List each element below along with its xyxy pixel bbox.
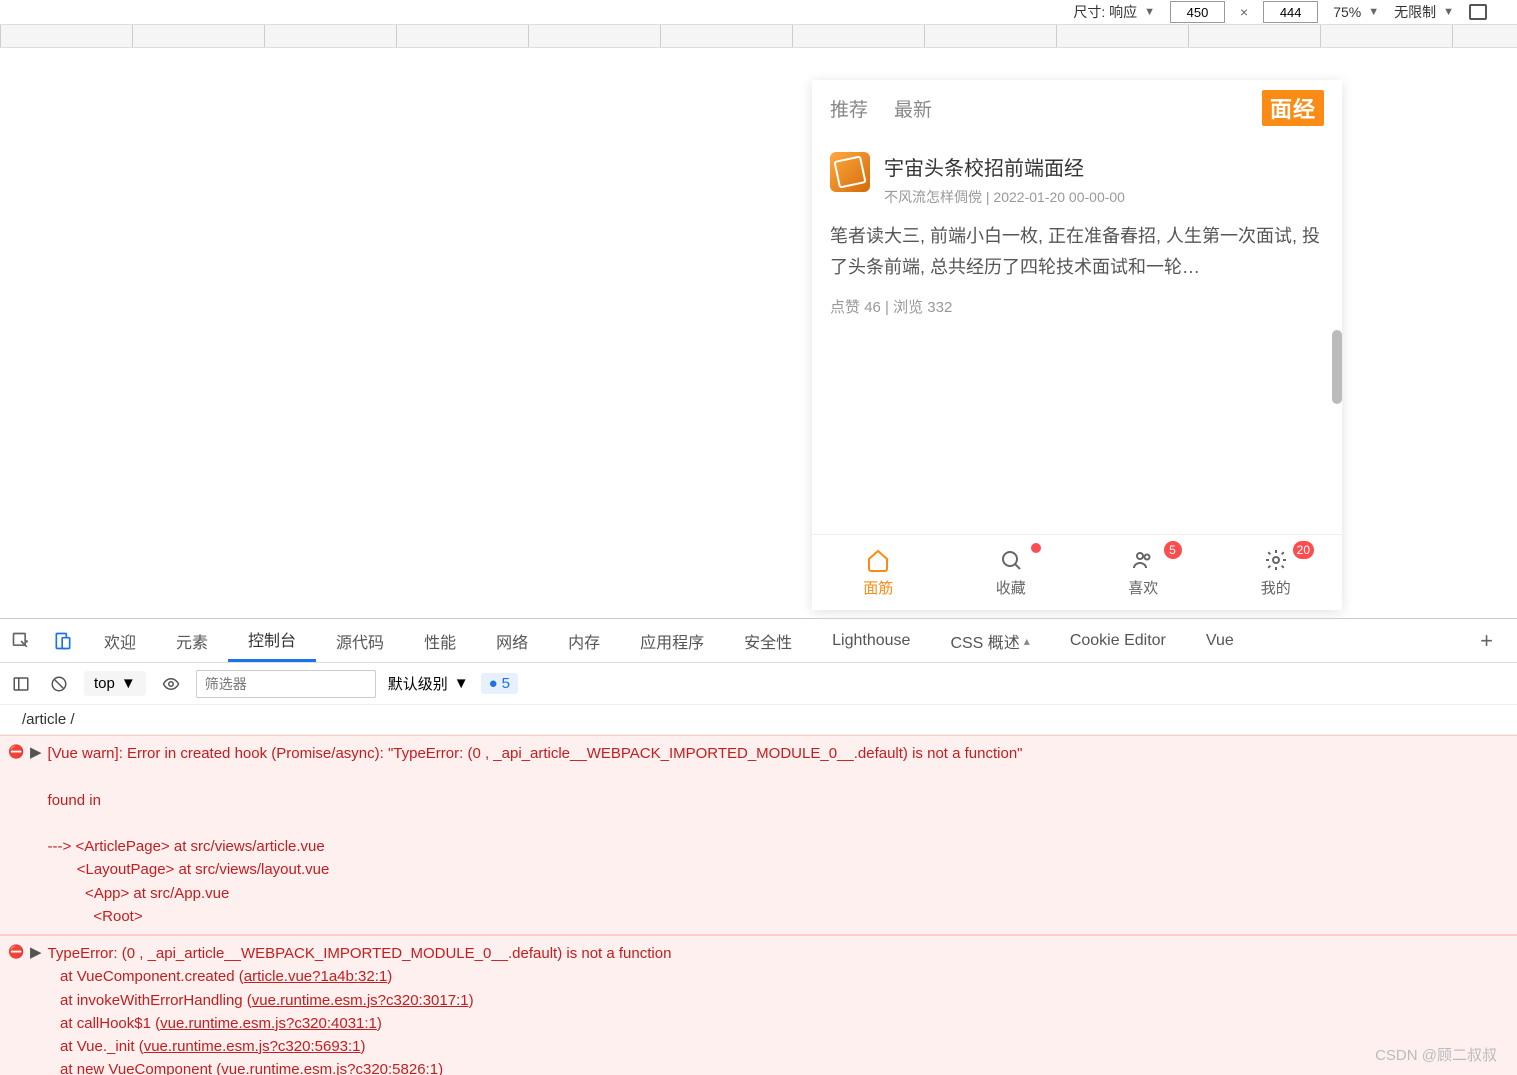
error-text: [Vue warn]: Error in created hook (Promi… bbox=[48, 742, 1023, 928]
add-tab-icon[interactable]: + bbox=[1456, 628, 1517, 654]
badge-count: 5 bbox=[1164, 541, 1182, 559]
devtools-panel: 欢迎 元素 控制台 源代码 性能 网络 内存 应用程序 安全性 Lighthou… bbox=[0, 618, 1517, 1075]
tab-sources[interactable]: 源代码 bbox=[316, 619, 404, 662]
responsive-toolbar: 尺寸: 响应 ▼ × 75% ▼ 无限制 ▼ bbox=[0, 0, 1517, 24]
source-link[interactable]: vue.runtime.esm.js?c320:5693:1 bbox=[144, 1038, 361, 1055]
nav-mianjin[interactable]: 面筋 bbox=[812, 535, 945, 610]
badge-count: 20 bbox=[1293, 541, 1314, 559]
tab-console[interactable]: 控制台 bbox=[228, 619, 316, 662]
dimensions-label[interactable]: 尺寸: 响应 bbox=[1073, 2, 1137, 22]
source-link[interactable]: vue.runtime.esm.js?c320:5826:1 bbox=[221, 1061, 438, 1075]
error-stack: TypeError: (0 , _api_article__WEBPACK_IM… bbox=[48, 942, 672, 1075]
source-link[interactable]: vue.runtime.esm.js?c320:4031:1 bbox=[160, 1015, 377, 1032]
devtools-tabs: 欢迎 元素 控制台 源代码 性能 网络 内存 应用程序 安全性 Lighthou… bbox=[0, 619, 1517, 663]
bottom-nav: 面筋 收藏 5 喜欢 20 我的 bbox=[812, 534, 1342, 610]
chevron-down-icon: ▼ bbox=[1443, 6, 1454, 18]
error-icon: ⛔ bbox=[8, 944, 24, 960]
tab-elements[interactable]: 元素 bbox=[156, 619, 228, 662]
tab-performance[interactable]: 性能 bbox=[404, 619, 476, 662]
source-link[interactable]: article.vue?1a4b:32:1 bbox=[244, 968, 387, 985]
people-icon bbox=[1130, 547, 1156, 573]
height-input[interactable] bbox=[1263, 1, 1318, 23]
device-toggle-icon[interactable] bbox=[42, 631, 84, 651]
expand-caret-icon[interactable]: ▶ bbox=[30, 743, 42, 761]
throttle-select[interactable]: 无限制 bbox=[1394, 2, 1436, 22]
article-title: 宇宙头条校招前端面经 bbox=[884, 152, 1125, 181]
context-select[interactable]: top▼ bbox=[84, 671, 146, 696]
filter-input[interactable] bbox=[196, 670, 376, 698]
nav-mine[interactable]: 20 我的 bbox=[1210, 535, 1343, 610]
nav-like[interactable]: 5 喜欢 bbox=[1077, 535, 1210, 610]
chevron-down-icon: ▼ bbox=[121, 675, 136, 692]
tab-welcome[interactable]: 欢迎 bbox=[84, 619, 156, 662]
app-header: 推荐 最新 面经 bbox=[812, 80, 1342, 136]
app-logo: 面经 bbox=[1262, 90, 1324, 126]
inspect-icon[interactable] bbox=[0, 631, 42, 651]
article-body: 笔者读大三, 前端小白一枚, 正在准备春招, 人生第一次面试, 投了头条前端, … bbox=[830, 221, 1324, 282]
mobile-viewport[interactable]: 推荐 最新 面经 宇宙头条校招前端面经 不风流怎样倜傥 | 2022-01-20… bbox=[812, 80, 1342, 610]
watermark: CSDN @顾二叔叔 bbox=[1375, 1044, 1497, 1065]
ruler bbox=[0, 24, 1517, 48]
zoom-select[interactable]: 75% bbox=[1333, 4, 1361, 20]
expand-caret-icon[interactable]: ▶ bbox=[30, 943, 42, 961]
error-icon: ⛔ bbox=[8, 744, 24, 760]
chevron-down-icon: ▼ bbox=[1144, 6, 1155, 18]
tab-recommend[interactable]: 推荐 bbox=[830, 95, 868, 122]
console-toolbar: top▼ 默认级别▼ 5 bbox=[0, 663, 1517, 705]
log-level-select[interactable]: 默认级别▼ bbox=[388, 673, 469, 694]
issues-badge[interactable]: 5 bbox=[481, 673, 518, 694]
nav-collect[interactable]: 收藏 bbox=[945, 535, 1078, 610]
console-output[interactable]: /article / ⛔ ▶ [Vue warn]: Error in crea… bbox=[0, 705, 1517, 1075]
tab-application[interactable]: 应用程序 bbox=[620, 619, 724, 662]
search-icon bbox=[998, 547, 1024, 573]
tab-cookie-editor[interactable]: Cookie Editor bbox=[1050, 619, 1186, 662]
rotate-icon[interactable] bbox=[1469, 4, 1487, 20]
tab-memory[interactable]: 内存 bbox=[548, 619, 620, 662]
live-expression-icon[interactable] bbox=[158, 675, 184, 693]
source-link[interactable]: vue.runtime.esm.js?c320:3017:1 bbox=[252, 992, 469, 1009]
toggle-sidebar-icon[interactable] bbox=[8, 675, 34, 693]
log-line: /article / bbox=[0, 705, 1517, 735]
article-icon bbox=[830, 152, 870, 192]
article-meta: 不风流怎样倜傥 | 2022-01-20 00-00-00 bbox=[884, 187, 1125, 207]
tab-network[interactable]: 网络 bbox=[476, 619, 548, 662]
tab-lighthouse[interactable]: Lighthouse bbox=[812, 619, 930, 662]
error-log: ⛔ ▶ TypeError: (0 , _api_article__WEBPAC… bbox=[0, 935, 1517, 1075]
clear-console-icon[interactable] bbox=[46, 675, 72, 693]
device-preview: 推荐 最新 面经 宇宙头条校招前端面经 不风流怎样倜傥 | 2022-01-20… bbox=[0, 48, 1517, 618]
tab-css-overview[interactable]: CSS 概述 bbox=[930, 619, 1049, 662]
chevron-down-icon: ▼ bbox=[1368, 6, 1379, 18]
home-icon bbox=[865, 547, 891, 573]
tab-latest[interactable]: 最新 bbox=[894, 95, 932, 122]
scrollbar[interactable] bbox=[1332, 330, 1342, 404]
width-input[interactable] bbox=[1170, 1, 1225, 23]
error-log: ⛔ ▶ [Vue warn]: Error in created hook (P… bbox=[0, 735, 1517, 935]
tab-vue[interactable]: Vue bbox=[1186, 619, 1254, 662]
times-icon: × bbox=[1240, 4, 1248, 20]
notification-dot-icon bbox=[1031, 543, 1041, 553]
chevron-down-icon: ▼ bbox=[454, 675, 469, 692]
gear-icon bbox=[1263, 547, 1289, 573]
article-card[interactable]: 宇宙头条校招前端面经 不风流怎样倜傥 | 2022-01-20 00-00-00… bbox=[812, 136, 1342, 317]
article-stats: 点赞 46 | 浏览 332 bbox=[830, 296, 1324, 317]
tab-security[interactable]: 安全性 bbox=[724, 619, 812, 662]
